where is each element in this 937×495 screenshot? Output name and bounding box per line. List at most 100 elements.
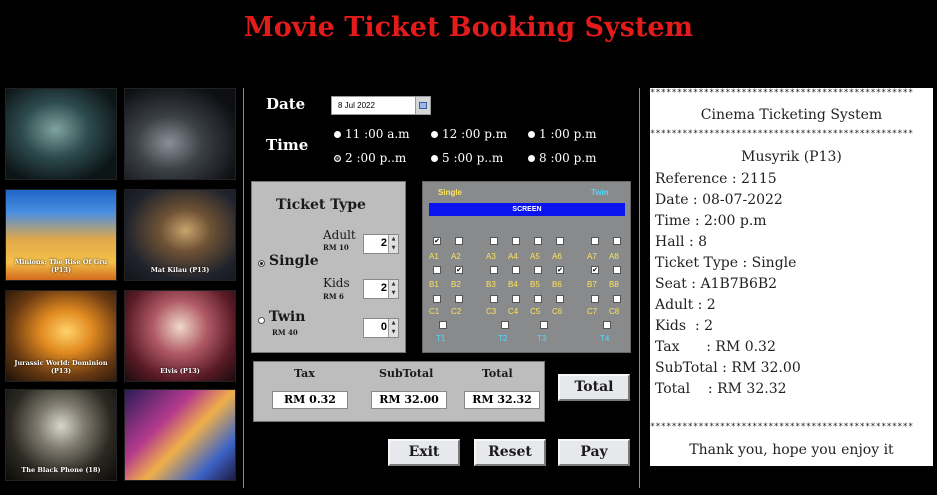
movie-poster[interactable] — [5, 88, 117, 180]
date-label: Date — [266, 95, 306, 113]
kids-price: RM 6 — [323, 292, 344, 301]
twin-quantity-stepper[interactable]: 0 ▲ ▼ — [363, 318, 399, 338]
twin-seat-checkbox[interactable] — [501, 321, 509, 329]
total-label: Total — [482, 367, 513, 380]
twin-label: Twin — [269, 309, 306, 325]
seat-label: B3 — [486, 280, 496, 289]
reset-button[interactable]: Reset — [474, 439, 546, 466]
time-option[interactable]: 8 :00 p.m — [528, 151, 596, 165]
seat-checkbox[interactable] — [433, 266, 441, 274]
twin-seat-checkbox[interactable] — [603, 321, 611, 329]
time-option-label: 11 :00 a.m — [345, 127, 410, 141]
seat-checkbox[interactable] — [613, 266, 621, 274]
seat-checkbox[interactable] — [591, 237, 599, 245]
twin-seat-label: T2 — [498, 334, 508, 343]
twin-seat-label: T4 — [600, 334, 610, 343]
seat-label: C5 — [530, 307, 541, 316]
movie-poster[interactable] — [124, 389, 236, 481]
seat-checkbox[interactable] — [534, 266, 542, 274]
ticket-type-title: Ticket Type — [276, 197, 366, 213]
receipt-footer: Thank you, hope you enjoy it — [689, 442, 894, 458]
seat-checkbox[interactable] — [455, 295, 463, 303]
seat-label: C3 — [486, 307, 497, 316]
screen-label: SCREEN — [429, 203, 625, 216]
time-option[interactable]: 5 :00 p..m — [431, 151, 503, 165]
receipt-heading: Cinema Ticketing System — [700, 107, 883, 123]
seat-label: B7 — [587, 280, 597, 289]
kids-qty: 2 — [380, 282, 387, 294]
seat-label: A1 — [429, 252, 439, 261]
poster-caption: Jurassic World: Dominion (P13) — [14, 359, 108, 375]
receipt-line: Seat : A1B7B6B2 — [655, 276, 778, 292]
single-radio[interactable] — [258, 260, 265, 267]
adult-qty: 2 — [380, 237, 387, 249]
seat-label: C2 — [451, 307, 462, 316]
seat-checkbox[interactable] — [556, 237, 564, 245]
seat-checkbox[interactable] — [512, 295, 520, 303]
seat-checkbox[interactable] — [433, 295, 441, 303]
time-option-label: 8 :00 p.m — [539, 151, 597, 165]
adult-label: Adult — [323, 228, 356, 242]
seat-label: A6 — [552, 252, 562, 261]
adult-quantity-stepper[interactable]: 2 ▲ ▼ — [363, 234, 399, 254]
seat-checkbox[interactable] — [455, 237, 463, 245]
seat-checkbox[interactable] — [534, 237, 542, 245]
time-option[interactable]: 11 :00 a.m — [334, 127, 410, 141]
seat-label: C1 — [429, 307, 440, 316]
seat-checkbox[interactable] — [613, 237, 621, 245]
kids-quantity-stepper[interactable]: 2 ▲ ▼ — [363, 279, 399, 299]
seat-checkbox[interactable] — [512, 266, 520, 274]
movie-poster[interactable]: Mat Kilau (P13) — [124, 189, 236, 281]
seat-label: C8 — [609, 307, 620, 316]
adult-price: RM 10 — [323, 243, 349, 252]
seat-panel: Single Twin SCREEN ✔ A1 A2 A3 A4 A5 A6 A7 A8 B1 ✔ B… — [422, 181, 631, 353]
seat-label: B5 — [530, 280, 540, 289]
pay-button[interactable]: Pay — [558, 439, 630, 466]
seat-checkbox[interactable]: ✔ — [591, 266, 599, 274]
poster-caption: The Black Phone (18) — [21, 466, 101, 474]
time-option-label: 12 :00 p.m — [442, 127, 508, 141]
time-option-selected[interactable]: 2 :00 p..m — [334, 151, 406, 165]
twin-seat-legend: Twin — [591, 188, 609, 197]
receipt-line: Ticket Type : Single — [655, 255, 797, 271]
receipt-separator: ****************************************… — [650, 129, 914, 139]
movie-poster[interactable]: The Black Phone (18) — [5, 389, 117, 481]
total-button[interactable]: Total — [558, 374, 630, 401]
seat-checkbox[interactable] — [490, 266, 498, 274]
movie-poster[interactable]: Jurassic World: Dominion (P13) — [5, 290, 117, 382]
time-option[interactable]: 12 :00 p.m — [431, 127, 507, 141]
movie-poster[interactable] — [124, 88, 236, 180]
time-option-label: 5 :00 p..m — [442, 151, 504, 165]
seat-checkbox[interactable] — [591, 295, 599, 303]
seat-checkbox[interactable] — [613, 295, 621, 303]
seat-checkbox[interactable] — [556, 295, 564, 303]
receipt-panel: ****************************************… — [650, 88, 933, 466]
subtotal-label: SubTotal — [379, 367, 434, 380]
twin-radio[interactable] — [258, 317, 265, 324]
receipt-line: Hall : 8 — [655, 234, 708, 250]
calendar-icon[interactable] — [415, 97, 430, 114]
tax-label: Tax — [294, 367, 315, 380]
seat-label: A2 — [451, 252, 461, 261]
seat-checkbox[interactable]: ✔ — [433, 237, 441, 245]
movie-poster[interactable]: Minions: The Rise Of Gru (P13) — [5, 189, 117, 281]
seat-checkbox[interactable] — [512, 237, 520, 245]
poster-caption: Elvis (P13) — [160, 367, 200, 375]
total-field: RM 32.32 — [464, 391, 540, 409]
twin-seat-checkbox[interactable] — [540, 321, 548, 329]
time-option[interactable]: 1 :00 p.m — [528, 127, 596, 141]
seat-checkbox[interactable] — [490, 295, 498, 303]
receipt-line: Tax : RM 0.32 — [655, 339, 776, 355]
exit-button[interactable]: Exit — [388, 439, 460, 466]
receipt-line: SubTotal : RM 32.00 — [655, 360, 801, 376]
seat-label: B8 — [609, 280, 619, 289]
seat-label: B2 — [451, 280, 461, 289]
movie-poster[interactable]: Elvis (P13) — [124, 290, 236, 382]
twin-seat-checkbox[interactable] — [439, 321, 447, 329]
seat-checkbox[interactable]: ✔ — [556, 266, 564, 274]
seat-checkbox[interactable] — [534, 295, 542, 303]
seat-checkbox[interactable]: ✔ — [455, 266, 463, 274]
seat-checkbox[interactable] — [490, 237, 498, 245]
twin-price: RM 40 — [272, 328, 298, 337]
twin-qty: 0 — [380, 321, 387, 333]
